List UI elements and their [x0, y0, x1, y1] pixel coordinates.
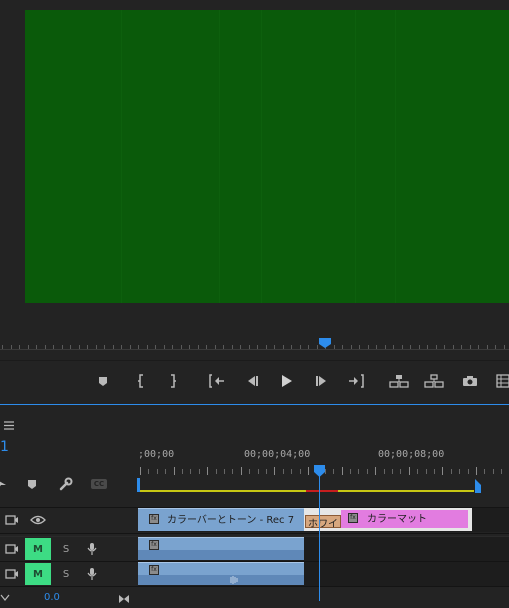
timecode-label: 00;00;08;00 [378, 449, 445, 460]
waveform-icon [230, 576, 238, 584]
extract-button[interactable] [422, 366, 446, 396]
clip-color-matte[interactable]: fx カラーマット [341, 510, 468, 528]
work-area-start-handle[interactable] [137, 478, 140, 492]
add-marker-button[interactable] [91, 366, 115, 396]
timecode-label: 00;00;04;00 [244, 449, 311, 460]
export-frame-button[interactable] [458, 366, 482, 396]
program-monitor [0, 0, 509, 404]
go-to-in-button[interactable] [205, 366, 229, 396]
lift-button[interactable] [387, 366, 411, 396]
go-to-end-icon[interactable] [118, 589, 130, 603]
step-forward-button[interactable] [310, 366, 334, 396]
step-back-icon [248, 376, 258, 386]
mark-out-button[interactable] [161, 366, 185, 396]
timeline-tools-row: CC [0, 473, 138, 495]
go-to-in-icon [209, 374, 224, 388]
sequence-timecode[interactable]: 1 [0, 439, 9, 455]
solo-button-a2[interactable]: S [60, 563, 72, 585]
lift-icon [389, 375, 409, 388]
fx-badge-icon: fx [149, 565, 159, 575]
step-forward-icon [316, 376, 326, 386]
master-track-toggle[interactable] [0, 588, 10, 601]
extract-icon [424, 374, 444, 388]
render-bar [306, 490, 338, 492]
eye-icon[interactable] [30, 512, 46, 528]
button-editor-button[interactable] [491, 366, 509, 396]
toggle-sync-lock-icon[interactable] [4, 566, 20, 582]
audio-clip-a1[interactable]: fx [138, 537, 304, 560]
mark-in-button[interactable] [129, 366, 153, 396]
fx-badge-icon: fx [348, 513, 358, 523]
solo-button-a1[interactable]: S [60, 538, 72, 560]
microphone-icon[interactable] [84, 541, 100, 557]
monitor-time-ruler[interactable] [0, 336, 509, 350]
film-strip-icon [496, 374, 509, 388]
mute-button-a2[interactable]: M [25, 563, 51, 585]
monitor-playhead[interactable] [319, 338, 331, 348]
mute-button-a1[interactable]: M [25, 538, 51, 560]
track-header-v1 [0, 508, 138, 532]
audio-clip-a2[interactable]: fx [138, 562, 304, 585]
mark-in-icon [138, 374, 143, 388]
transport-controls [0, 366, 509, 396]
captions-icon[interactable]: CC [91, 479, 107, 489]
go-to-out-button[interactable] [344, 366, 368, 396]
playhead-line [319, 474, 320, 601]
snap-icon[interactable] [0, 476, 10, 492]
timecode-label: ;00;00 [138, 449, 175, 460]
mark-out-icon [171, 374, 176, 388]
toggle-sync-lock-icon[interactable] [4, 512, 20, 528]
work-area-end-handle[interactable] [475, 478, 481, 493]
transition-name: ホワイ [308, 519, 338, 530]
track-header-a1: M S [0, 537, 138, 561]
add-marker-icon[interactable] [24, 476, 40, 492]
step-back-button[interactable] [240, 366, 264, 396]
toggle-sync-lock-icon[interactable] [4, 541, 20, 557]
panel-menu-icon[interactable] [4, 415, 14, 430]
clip-color-bars[interactable]: fx カラーバーとトーン - Rec 7 [138, 508, 304, 531]
microphone-icon[interactable] [84, 566, 100, 582]
wrench-icon[interactable] [58, 476, 74, 492]
go-to-out-icon [349, 374, 364, 388]
transition-dip-to-white[interactable]: ホワイ [305, 515, 341, 530]
marker-icon [99, 376, 107, 386]
fx-badge-icon: fx [149, 514, 159, 524]
play-icon [282, 375, 292, 387]
clip-name: カラーマット [367, 514, 427, 525]
timeline-playhead[interactable] [314, 462, 325, 477]
program-viewer[interactable] [25, 10, 509, 303]
track-header-a2: M S [0, 562, 138, 586]
play-button[interactable] [275, 366, 299, 396]
clip-name: カラーバーとトーン - Rec 7 [167, 515, 295, 526]
camera-icon [463, 376, 477, 386]
master-volume-value[interactable]: 0.0 [44, 592, 60, 603]
fx-badge-icon: fx [149, 540, 159, 550]
